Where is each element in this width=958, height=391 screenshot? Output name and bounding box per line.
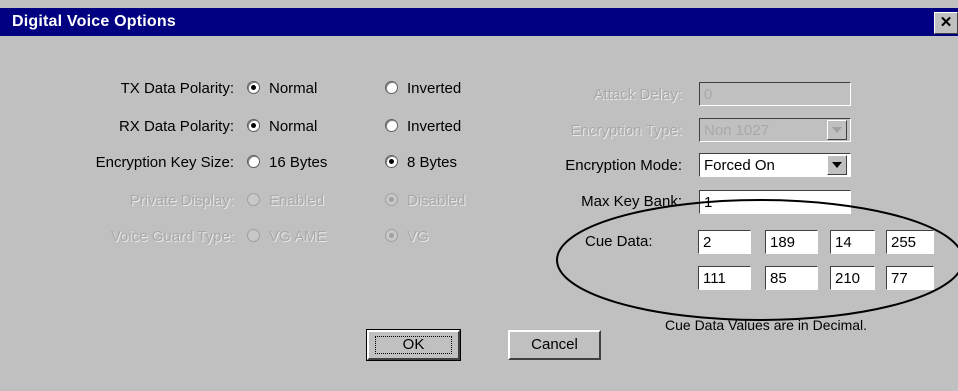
tx-inverted-radio[interactable]: Inverted	[385, 80, 461, 97]
radio-selected-icon	[385, 155, 398, 168]
radio-selected-icon	[385, 193, 398, 206]
attack-delay-label: Attack Delay:	[593, 86, 682, 103]
rx-normal-label: Normal	[269, 118, 318, 135]
radio-unselected-icon	[385, 119, 398, 132]
vg-radio: VG	[385, 228, 429, 245]
cue-data-note: Cue Data Values are in Decimal.	[665, 317, 868, 333]
cue-data-field-1[interactable]: 2	[698, 230, 751, 254]
focus-indicator	[375, 336, 452, 354]
cue-data-field-3[interactable]: 14	[830, 230, 875, 254]
private-disabled-label: Disabled	[407, 192, 466, 209]
tx-data-polarity-label: TX Data Polarity:	[120, 80, 234, 97]
encryption-mode-chevron-down-icon[interactable]	[827, 155, 847, 175]
window-title: Digital Voice Options	[12, 13, 176, 30]
private-disabled-radio: Disabled	[385, 192, 465, 209]
rx-normal-radio[interactable]: Normal	[247, 118, 317, 135]
tx-normal-radio[interactable]: Normal	[247, 80, 317, 97]
cue-data-field-4[interactable]: 255	[886, 230, 934, 254]
encryption-mode-value: Forced On	[704, 157, 775, 174]
cue-data-label: Cue Data:	[585, 233, 653, 250]
radio-unselected-icon	[247, 193, 260, 206]
cue-data-field-7[interactable]: 210	[830, 266, 875, 290]
max-key-bank-field[interactable]: 1	[699, 190, 851, 214]
encryption-mode-label: Encryption Mode:	[565, 157, 682, 174]
rx-inverted-radio[interactable]: Inverted	[385, 118, 461, 135]
radio-selected-icon	[247, 81, 260, 94]
cue-data-field-5[interactable]: 111	[698, 266, 751, 290]
encryption-type-label: Encryption Type:	[570, 122, 682, 139]
radio-selected-icon	[247, 119, 260, 132]
radio-unselected-icon	[247, 155, 260, 168]
title-bar[interactable]: Digital Voice Options ✕	[0, 8, 958, 36]
private-enabled-label: Enabled	[269, 192, 325, 209]
tx-normal-label: Normal	[269, 80, 318, 97]
key-8-bytes-radio[interactable]: 8 Bytes	[385, 154, 457, 171]
encryption-type-chevron-down-icon	[827, 120, 847, 140]
encryption-type-value: Non 1027	[704, 122, 770, 139]
key-16-bytes-radio[interactable]: 16 Bytes	[247, 154, 327, 171]
cue-data-field-8[interactable]: 77	[886, 266, 934, 290]
tx-inverted-label: Inverted	[407, 80, 462, 97]
close-button[interactable]: ✕	[934, 12, 958, 34]
max-key-bank-label: Max Key Bank:	[581, 193, 682, 210]
cancel-button-label: Cancel	[531, 336, 578, 353]
key-16-bytes-label: 16 Bytes	[269, 154, 328, 171]
cancel-button[interactable]: Cancel	[508, 330, 601, 360]
digital-voice-options-dialog: Digital Voice Options ✕ TX Data Polarity…	[0, 0, 958, 391]
key-8-bytes-label: 8 Bytes	[407, 154, 458, 171]
close-icon: ✕	[939, 14, 953, 31]
vg-ame-radio: VG AME	[247, 228, 327, 245]
cue-data-field-2[interactable]: 189	[765, 230, 818, 254]
ok-button[interactable]: OK	[366, 329, 461, 361]
attack-delay-field: 0	[699, 82, 851, 106]
radio-unselected-icon	[247, 229, 260, 242]
vg-label: VG	[407, 228, 429, 245]
private-display-label: Private Display:	[129, 192, 234, 209]
rx-data-polarity-label: RX Data Polarity:	[118, 118, 234, 135]
vg-ame-label: VG AME	[269, 228, 327, 245]
cue-data-field-6[interactable]: 85	[765, 266, 818, 290]
radio-selected-icon	[385, 229, 398, 242]
voice-guard-type-label: Voice Guard Type:	[110, 228, 234, 245]
private-enabled-radio: Enabled	[247, 192, 324, 209]
rx-inverted-label: Inverted	[407, 118, 462, 135]
encryption-key-size-label: Encryption Key Size:	[95, 154, 234, 171]
radio-unselected-icon	[385, 81, 398, 94]
